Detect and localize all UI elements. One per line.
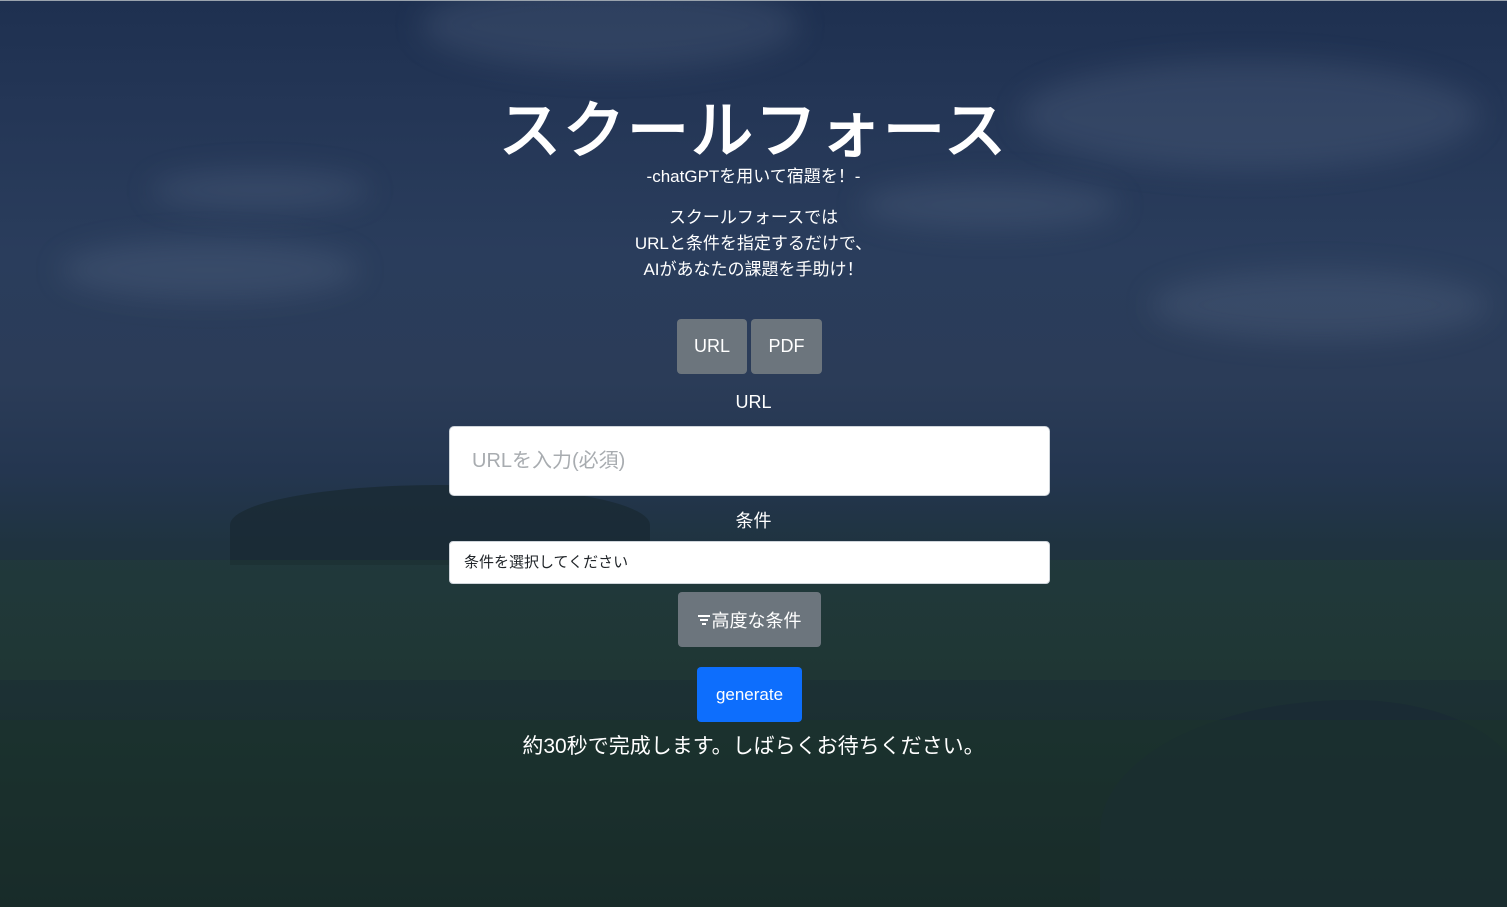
wait-notice: 約30秒で完成します。しばらくお待ちください。 [522,735,985,758]
input-mode-toggle: URL PDF [677,319,822,374]
description-line: スクールフォースでは [668,208,839,227]
condition-label: 条件 [735,511,772,531]
pdf-mode-button[interactable]: PDF [751,319,822,374]
advanced-conditions-button[interactable]: 高度な条件 [678,592,821,647]
filter-icon [697,615,710,625]
advanced-conditions-label: 高度な条件 [711,610,802,631]
main-content: スクールフォース -chatGPTを用いて宿題を！- スクールフォースでは UR… [0,0,1507,907]
page-description: スクールフォースでは URLと条件を指定するだけで、 AIがあなたの課題を手助け… [0,205,1507,283]
description-line: AIがあなたの課題を手助け！ [643,260,864,279]
description-line: URLと条件を指定するだけで、 [634,234,873,253]
page-title: スクールフォース [499,97,1008,166]
generate-button[interactable]: generate [697,667,802,722]
condition-select[interactable]: 条件を選択してください [449,541,1050,584]
url-label: URL [735,392,772,412]
url-input[interactable] [449,426,1050,496]
url-mode-button[interactable]: URL [677,319,747,374]
page-subtitle: -chatGPTを用いて宿題を！- [646,167,861,186]
